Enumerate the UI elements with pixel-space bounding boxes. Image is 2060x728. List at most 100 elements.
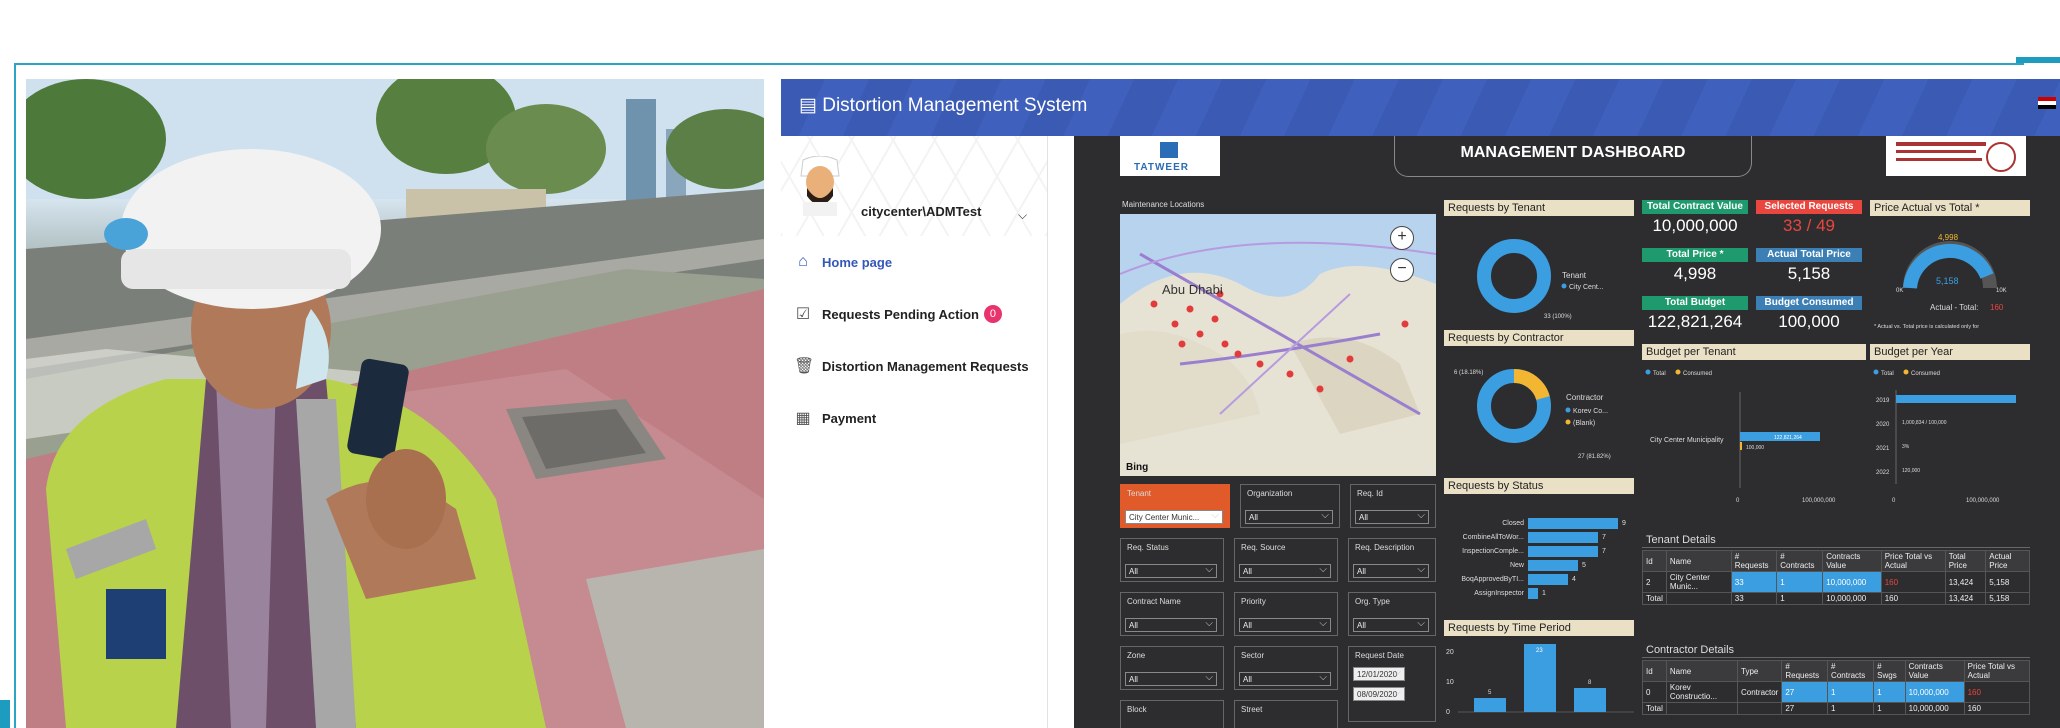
title-bar: ▤ Distortion Management System — [781, 79, 2060, 136]
kpi-label: Actual Total Price — [1756, 248, 1862, 262]
table-row[interactable]: 0 Korev Constructio... Contractor 27 11 10… — [1642, 681, 2031, 703]
trash-icon: 🗑 — [794, 358, 815, 375]
status-bar[interactable] — [1528, 588, 1538, 599]
svg-text:2020: 2020 — [1876, 422, 1890, 428]
filter-org-type[interactable]: Org. Type All — [1348, 592, 1436, 636]
building-icon: ▦ — [795, 410, 811, 427]
document-icon: ▤ — [799, 95, 817, 116]
filter-priority[interactable]: Priority All — [1234, 592, 1338, 636]
nav-payment[interactable]: ▦ Payment — [781, 398, 1047, 438]
status-bar[interactable] — [1528, 546, 1598, 557]
municipality-logo — [1886, 136, 2026, 176]
map-city-label: Abu Dhabi — [1162, 282, 1223, 297]
home-icon: ⌂ — [798, 253, 808, 270]
kpi-value: 10,000,000 — [1652, 216, 1738, 235]
zoom-in-button[interactable]: + — [1390, 226, 1414, 250]
time-period-chart[interactable]: 20 10 0 5 23 8 — [1444, 636, 1634, 728]
filter-street[interactable]: Street — [1234, 700, 1338, 728]
chevron-down-icon[interactable]: ⌵ — [1018, 208, 1027, 223]
field-worker-photo — [26, 79, 764, 728]
time-bar — [1524, 644, 1556, 712]
bing-attribution: Bing — [1126, 462, 1148, 473]
filter-tenant[interactable]: Tenant City Center Munic... — [1120, 484, 1230, 528]
svg-text:10: 10 — [1446, 679, 1454, 686]
filter-req-source[interactable]: Req. Source All — [1234, 538, 1338, 582]
maintenance-map[interactable]: Abu Dhabi Bing + − — [1120, 214, 1436, 476]
nav-label: Requests Pending Action — [822, 306, 979, 322]
filter-req-description[interactable]: Req. Description All — [1348, 538, 1436, 582]
kpi-label: Total Price * — [1642, 248, 1748, 262]
budget-tenant-row-label: City Center Municipality — [1650, 437, 1724, 444]
request-date-to: 08/09/2020 — [1353, 686, 1405, 701]
app-window: ▤ Distortion Management System citycente… — [781, 79, 2060, 728]
status-chart-title: Requests by Status — [1444, 478, 1634, 494]
svg-text:160: 160 — [1990, 303, 2004, 312]
svg-text:5,158: 5,158 — [1936, 276, 1959, 286]
tenant-donut-chart[interactable]: Tenant City Cent... 33 (100%) — [1444, 218, 1634, 328]
status-bar[interactable] — [1528, 574, 1568, 585]
svg-text:2022: 2022 — [1876, 470, 1890, 476]
svg-text:1,000,834 / 100,000: 1,000,834 / 100,000 — [1902, 420, 1947, 426]
status-row-label: InspectionComple... — [1462, 548, 1524, 555]
status-row-label: AssignInspector — [1474, 590, 1524, 597]
tenant-donut-title: Requests by Tenant — [1444, 200, 1634, 216]
svg-text:Total: Total — [1881, 371, 1894, 377]
filter-contract-name[interactable]: Contract Name All — [1120, 592, 1224, 636]
contractor-donut-title: Requests by Contractor — [1444, 330, 1634, 346]
status-bar-value: 7 — [1602, 534, 1606, 541]
table-row[interactable]: 2 City Center Munic... 33 1 10,000,000 160 … — [1642, 571, 2030, 593]
status-bar-value: 4 — [1572, 576, 1576, 583]
kpi-label: Selected Requests — [1756, 200, 1862, 214]
frame-accent — [2016, 57, 2060, 63]
table-total-row: Total 33 1 10,000,000 160 13,424 5,158 — [1642, 592, 2030, 605]
contractor-legend-item: Korev Co... — [1573, 408, 1608, 415]
status-bar-value: 7 — [1602, 548, 1606, 555]
nav-home[interactable]: ⌂ Home page — [781, 242, 1047, 282]
svg-text:0: 0 — [1736, 498, 1740, 504]
zoom-out-button[interactable]: − — [1390, 258, 1414, 282]
nav-requests-pending[interactable]: ☑ Requests Pending Action 0 — [781, 294, 1047, 334]
tenant-details-table: Id Name # Requests # Contracts Contracts V… — [1642, 550, 2030, 605]
status-row-label: Closed — [1502, 520, 1524, 527]
filter-sector[interactable]: Sector All — [1234, 646, 1338, 690]
status-bar-value: 1 — [1542, 590, 1546, 597]
time-bar — [1574, 688, 1606, 712]
status-bar[interactable] — [1528, 532, 1598, 543]
language-flag-icon[interactable] — [2038, 97, 2056, 109]
status-bar[interactable] — [1528, 560, 1578, 571]
time-bar-label: 8 — [1588, 680, 1592, 686]
tenant-donut-value: 33 (100%) — [1544, 314, 1572, 320]
budget-tenant-chart[interactable]: Total Consumed City Center Municipality … — [1642, 362, 1866, 522]
filter-req-status[interactable]: Req. Status All — [1120, 538, 1224, 582]
svg-text:4,998: 4,998 — [1938, 233, 1959, 242]
status-row-label: CombineAllToWor... — [1462, 534, 1524, 541]
svg-text:Total: Total — [1653, 371, 1666, 377]
svg-text:0K: 0K — [1896, 288, 1903, 294]
filter-organization[interactable]: Organization All — [1240, 484, 1340, 528]
time-bar-label: 5 — [1488, 690, 1492, 696]
filter-request-date[interactable]: Request Date 12/01/2020 08/09/2020 — [1348, 646, 1436, 722]
time-bar-label: 23 — [1536, 648, 1543, 654]
svg-text:0: 0 — [1446, 709, 1450, 716]
contractor-legend-item: (Blank) — [1573, 420, 1595, 427]
status-bar[interactable] — [1528, 518, 1618, 529]
contractor-donut-chart[interactable]: 6 (18.18%) 27 (81.82%) Contractor Korev … — [1444, 348, 1634, 468]
tatweer-logo: TATWEER — [1120, 136, 1220, 176]
avatar[interactable] — [797, 156, 843, 216]
price-gauge[interactable]: 4,998 5,158 0K 10K Actual - Total: 160 *… — [1870, 218, 2030, 336]
filter-block[interactable]: Block — [1120, 700, 1224, 728]
budget-year-chart[interactable]: Total Consumed 2019 2020 2021 2022 1,000… — [1870, 362, 2030, 522]
kpi-label: Total Contract Value — [1642, 200, 1748, 214]
frame-line — [14, 63, 2024, 65]
frame-line — [14, 63, 16, 728]
tenant-legend-item: City Cent... — [1569, 284, 1604, 291]
contractor-legend-title: Contractor — [1566, 393, 1604, 402]
filter-zone[interactable]: Zone All — [1120, 646, 1224, 690]
time-chart-title: Requests by Time Period — [1444, 620, 1634, 636]
filter-req-id[interactable]: Req. Id All — [1350, 484, 1436, 528]
dashboard-header: MANAGEMENT DASHBOARD — [1394, 136, 1752, 177]
nav-distortion-requests[interactable]: 🗑 Distortion Management Requests — [781, 346, 1047, 386]
svg-text:Consumed: Consumed — [1683, 371, 1712, 377]
pending-count-badge: 0 — [983, 305, 1002, 323]
price-gauge-title: Price Actual vs Total * — [1870, 200, 2030, 216]
